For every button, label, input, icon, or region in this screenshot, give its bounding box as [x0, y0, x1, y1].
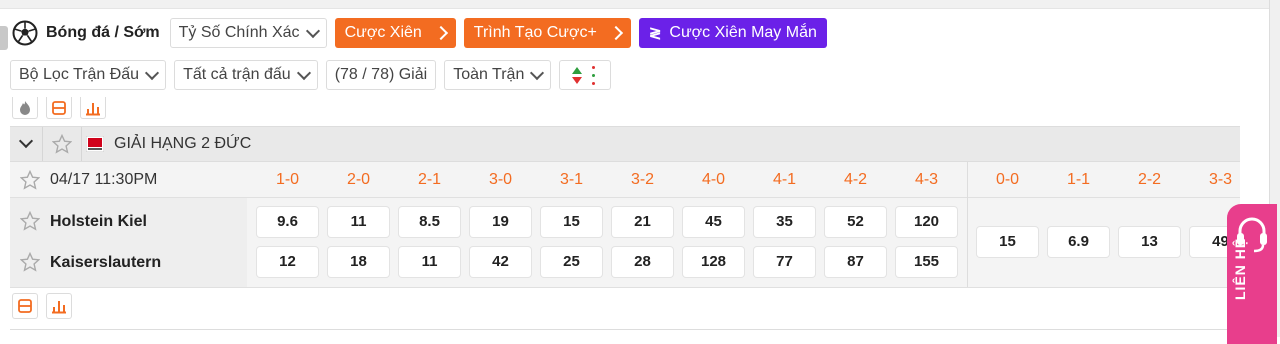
league-flag-icon — [86, 136, 104, 152]
home-odds-button[interactable]: 45 — [683, 207, 744, 237]
score-header: 3-3 — [1208, 171, 1233, 188]
home-odds-button[interactable]: 15 — [541, 207, 602, 237]
chevron-down-icon — [18, 133, 34, 149]
chevron-down-icon — [530, 65, 545, 80]
soccer-ball-icon — [12, 20, 38, 46]
bet-builder-button-label: Trình Tạo Cược+ — [473, 24, 597, 41]
score-header: 3-1 — [559, 171, 584, 188]
score-header: 4-0 — [701, 171, 726, 188]
away-odds-button[interactable]: 28 — [612, 247, 673, 277]
all-matches-select[interactable]: Tất cả trận đấu — [174, 60, 318, 90]
parlay-button[interactable]: Cược Xiên — [334, 18, 456, 48]
market-select-value: Tỷ Số Chính Xác — [178, 24, 300, 41]
draw-odds-button[interactable]: 6.9 — [1048, 227, 1109, 257]
hot-button[interactable] — [12, 97, 38, 119]
home-odds-button[interactable]: 8.5 — [399, 207, 460, 237]
chevron-right-icon — [608, 25, 623, 41]
filter-bar: Bộ Lọc Trận Đấu Tất cả trận đấu (78 / 78… — [10, 60, 612, 90]
list-button[interactable] — [46, 97, 72, 119]
stats-icon — [52, 301, 66, 314]
fire-icon — [20, 100, 30, 115]
column-divider — [967, 198, 968, 287]
score-header: 4-2 — [843, 171, 868, 188]
toolbar: Bóng đá / Sớm Tỷ Số Chính Xác Cược Xiên … — [12, 18, 827, 48]
list-button[interactable] — [12, 293, 38, 319]
lucky-parlay-button-label: Cược Xiên May Mắn — [669, 24, 817, 41]
stats-button[interactable] — [46, 293, 72, 319]
side-collapse-tab[interactable] — [0, 26, 8, 50]
list-icon — [18, 299, 32, 313]
away-odds-button[interactable]: 11 — [399, 247, 460, 277]
away-odds-button[interactable]: 128 — [683, 247, 744, 277]
home-odds-button[interactable]: 52 — [825, 207, 886, 237]
collapse-toggle[interactable] — [10, 127, 43, 161]
match-filter-label: Bộ Lọc Trận Đấu — [19, 66, 140, 83]
league-favorite-button[interactable] — [43, 127, 82, 161]
chevron-down-icon — [305, 23, 320, 38]
away-odds-button[interactable]: 18 — [328, 247, 389, 277]
chevron-right-icon — [433, 25, 448, 41]
score-header: 2-0 — [346, 171, 371, 188]
market-select[interactable]: Tỷ Số Chính Xác — [169, 18, 327, 48]
draw-odds-button[interactable]: 13 — [1119, 227, 1180, 257]
star-icon[interactable] — [20, 252, 40, 272]
chevron-down-icon — [145, 65, 160, 80]
parlay-button-label: Cược Xiên — [344, 24, 422, 41]
score-header-row: 04/17 11:30PM 1-0 2-0 2-1 3-0 3-1 3-2 4-0 4-1 4-… — [10, 162, 1240, 198]
period-label: Toàn Trận — [453, 66, 525, 83]
away-odds-button[interactable]: 25 — [541, 247, 602, 277]
score-header: 3-2 — [630, 171, 655, 188]
sport-title: Bóng đá / Sớm — [46, 24, 160, 41]
score-header: 3-0 — [488, 171, 513, 188]
away-odds-button[interactable]: 155 — [896, 247, 957, 277]
home-odds-button[interactable]: 11 — [328, 207, 389, 237]
home-odds-button[interactable]: 35 — [754, 207, 815, 237]
away-odds-button[interactable]: 77 — [754, 247, 815, 277]
league-count-label: (78 / 78) Giải — [334, 66, 428, 83]
match-actions — [12, 293, 80, 319]
top-divider — [0, 0, 1280, 9]
away-odds-button[interactable]: 12 — [257, 247, 318, 277]
teams-cell: Holstein Kiel Kaiserslautern — [10, 198, 247, 287]
match-datetime: 04/17 11:30PM — [50, 171, 158, 188]
score-header: 4-1 — [772, 171, 797, 188]
bet-builder-button[interactable]: Trình Tạo Cược+ — [463, 18, 631, 48]
period-select[interactable]: Toàn Trận — [444, 60, 552, 90]
stats-button[interactable] — [80, 97, 106, 119]
league-name: GIẢI HẠNG 2 ĐỨC — [114, 135, 252, 152]
star-icon[interactable] — [20, 170, 40, 190]
lucky-parlay-button[interactable]: ≷ Cược Xiên May Mắn — [638, 18, 827, 48]
match-filter-select[interactable]: Bộ Lọc Trận Đấu — [10, 60, 167, 90]
away-odds-button[interactable]: 42 — [470, 247, 531, 277]
score-header: 0-0 — [995, 171, 1020, 188]
away-team: Kaiserslautern — [50, 254, 162, 271]
star-icon — [52, 134, 72, 154]
score-header: 1-1 — [1066, 171, 1091, 188]
all-matches-label: Tất cả trận đấu — [183, 66, 291, 83]
column-divider — [967, 162, 968, 198]
contact-label: LIÊN HỆ — [1232, 237, 1248, 300]
home-odds-button[interactable]: 21 — [612, 207, 673, 237]
list-icon — [52, 100, 66, 115]
away-odds-button[interactable]: 87 — [825, 247, 886, 277]
home-odds-button[interactable]: 19 — [470, 207, 531, 237]
home-odds-button[interactable]: 120 — [896, 207, 957, 237]
draw-odds-button[interactable]: 15 — [977, 227, 1038, 257]
lucky-parlay-icon: ≷ — [648, 25, 662, 42]
chevron-down-icon — [296, 65, 311, 80]
match-row: Holstein Kiel Kaiserslautern 9.6 11 8.5 19 1… — [10, 198, 1251, 288]
star-icon[interactable] — [20, 211, 40, 231]
score-header: 4-3 — [914, 171, 939, 188]
score-header: 2-1 — [417, 171, 442, 188]
score-header: 1-0 — [275, 171, 300, 188]
sort-button[interactable] — [559, 60, 612, 90]
previous-match-actions — [12, 96, 114, 120]
home-odds-button[interactable]: 9.6 — [257, 207, 318, 237]
league-header[interactable]: GIẢI HẠNG 2 ĐỨC — [10, 126, 1240, 162]
bottom-divider — [10, 329, 1240, 330]
home-team: Holstein Kiel — [50, 213, 147, 230]
score-header: 2-2 — [1137, 171, 1162, 188]
stats-icon — [86, 102, 100, 115]
league-count-button[interactable]: (78 / 78) Giải — [325, 60, 437, 90]
